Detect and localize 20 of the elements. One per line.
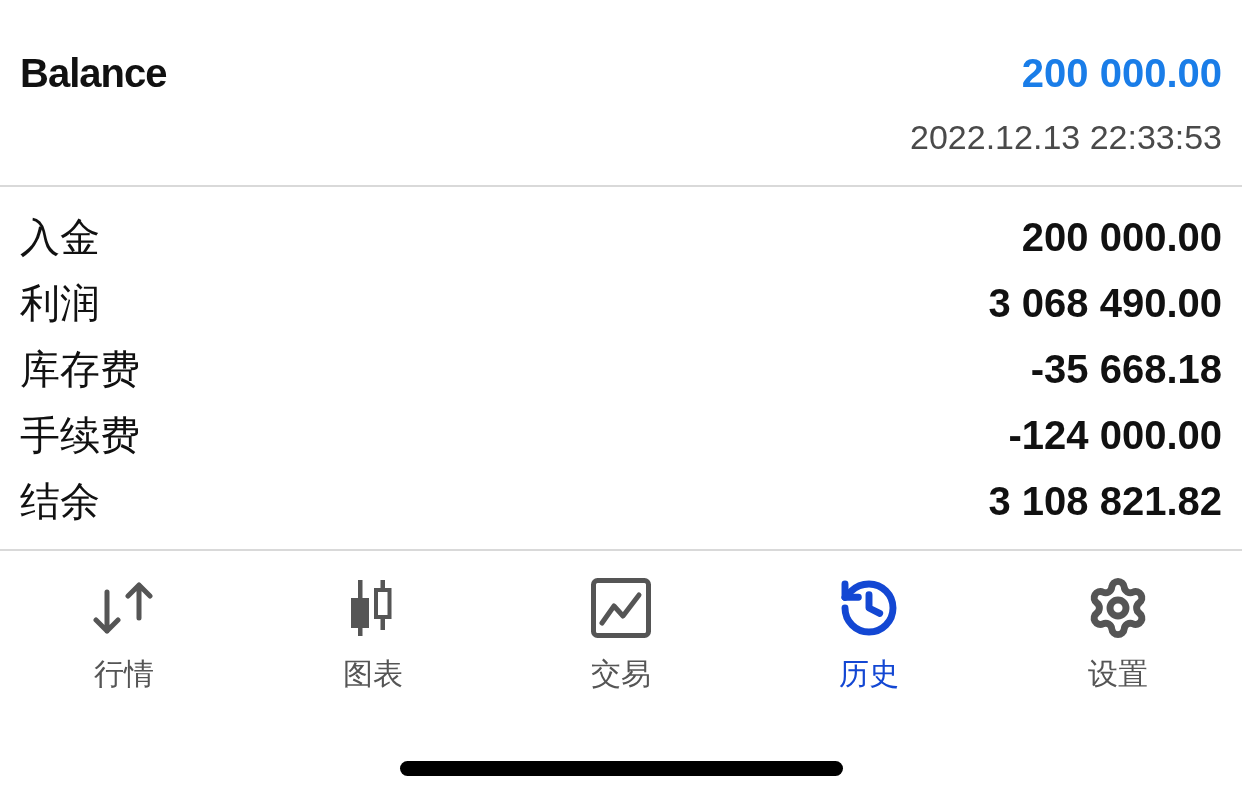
tab-bar-item[interactable]: 交易	[496, 576, 746, 691]
timestamp: 2022.12.13 22:33:53	[910, 117, 1222, 157]
row-value: 3 068 490.00	[988, 280, 1222, 327]
up-down-arrows-icon	[93, 582, 156, 634]
row-value: 200 000.00	[1021, 214, 1222, 261]
row-label: 利润	[20, 279, 100, 327]
row-label: 入金	[20, 213, 100, 261]
row-value: -124 000.00	[1008, 412, 1222, 459]
tab-bar-item[interactable]: 行情	[0, 576, 249, 691]
row-value: -35 668.18	[1030, 346, 1222, 393]
row-label: 库存费	[20, 345, 140, 393]
balance-amount: 200 000.00	[1021, 50, 1222, 96]
tab-bar-item[interactable]: 设置	[993, 576, 1242, 691]
row-label: 手续费	[20, 411, 140, 459]
line-chart-box-icon	[591, 578, 651, 638]
row-value: 3 108 821.82	[988, 478, 1222, 525]
balance-title: Balance	[20, 50, 167, 96]
tab-bar-item[interactable]: 图表	[248, 576, 497, 691]
tab-bar-item[interactable]: 历史	[745, 576, 994, 691]
row-label: 结余	[20, 477, 100, 525]
